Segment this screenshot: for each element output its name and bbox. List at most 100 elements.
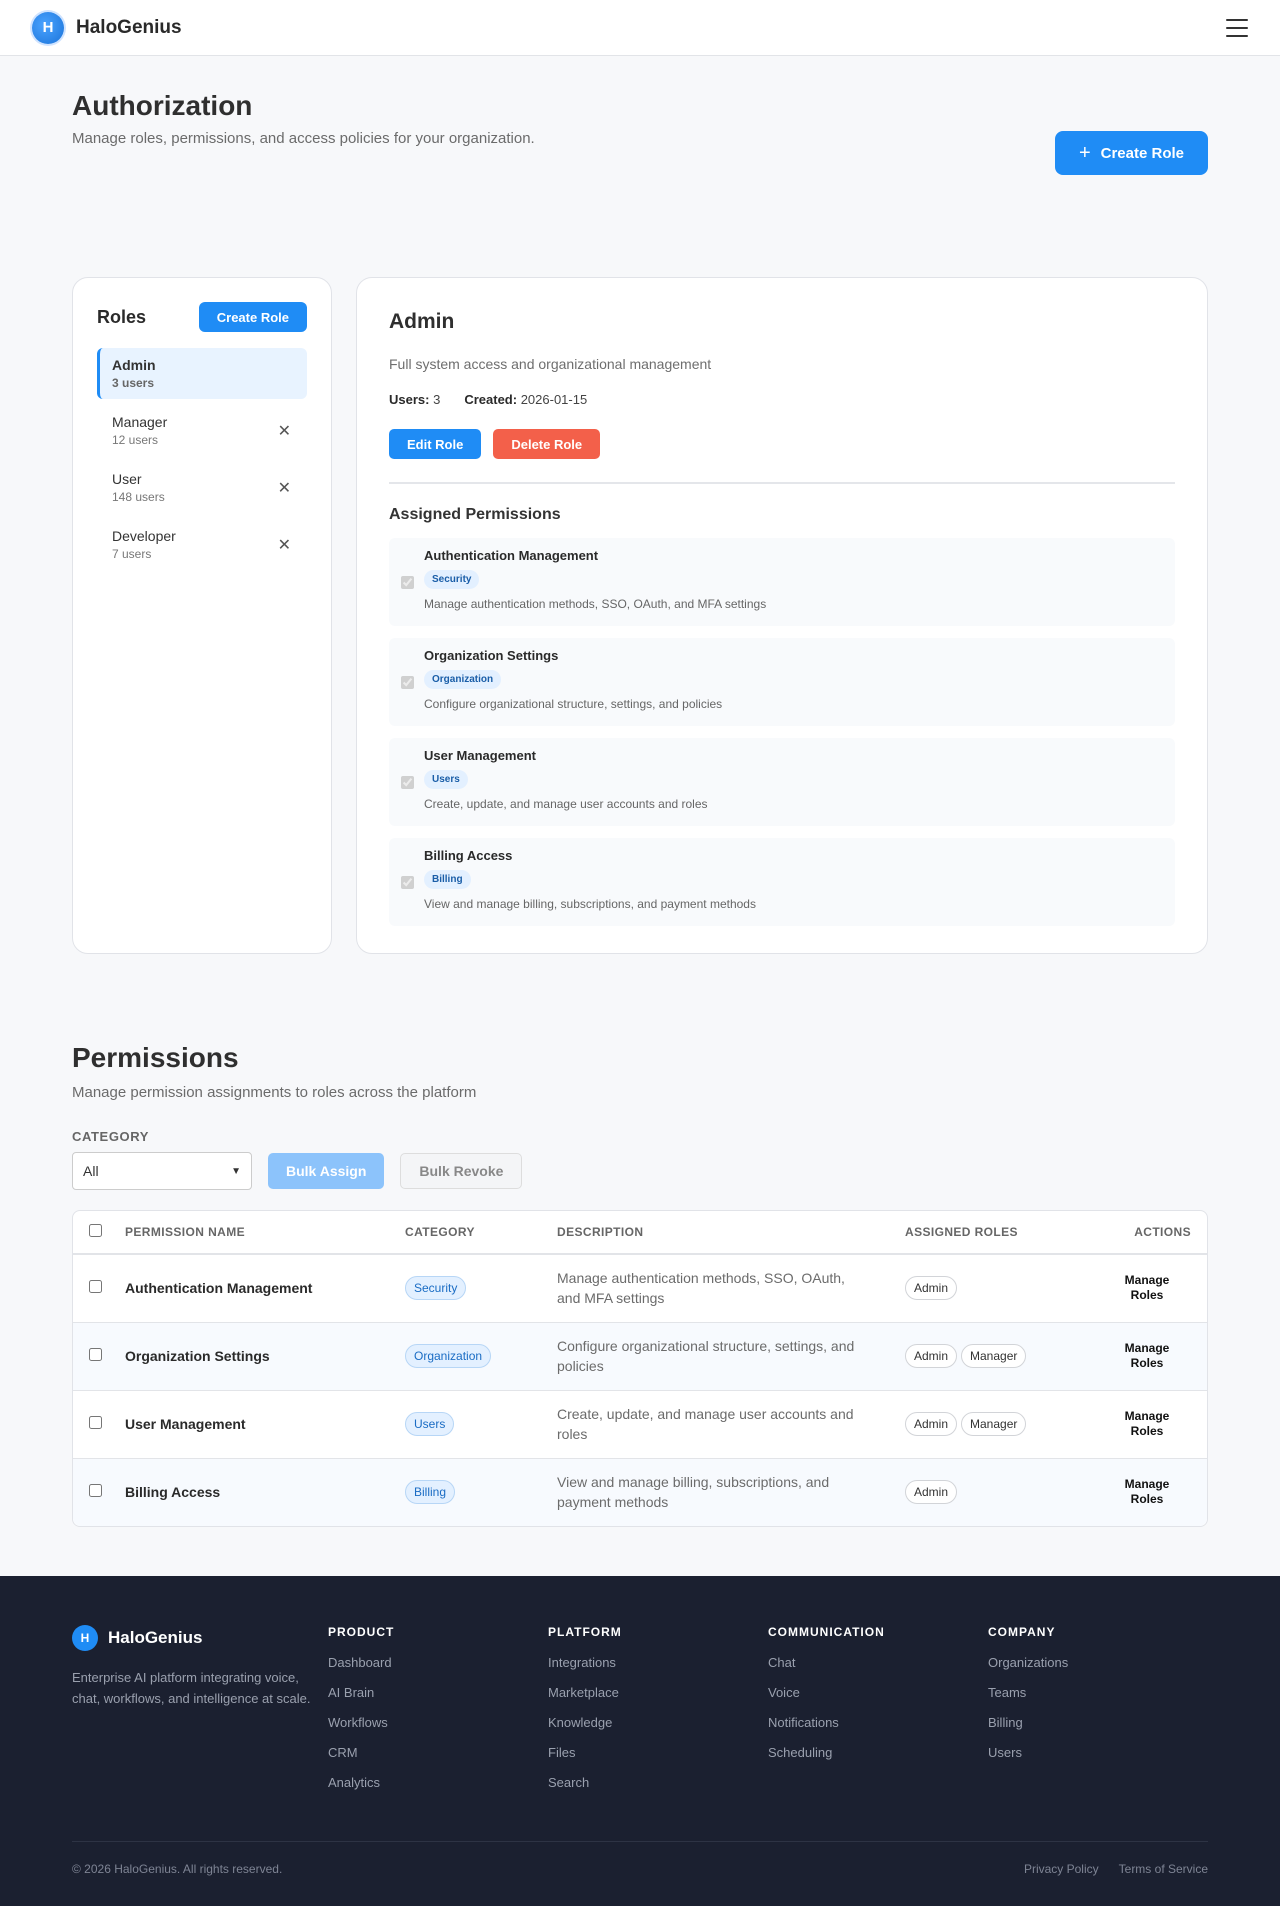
edit-role-button[interactable]: Edit Role [389,429,482,459]
footer-link-search[interactable]: Search [548,1775,768,1790]
privacy-policy-link[interactable]: Privacy Policy [1024,1862,1099,1876]
manage-roles-button[interactable]: Manage Roles [1117,1409,1177,1439]
footer-column-title: PLATFORM [548,1625,622,1639]
role-item-developer[interactable]: Developer 7 users ✕ [97,519,307,570]
footer-link-crm[interactable]: CRM [328,1745,548,1760]
terms-of-service-link[interactable]: Terms of Service [1119,1862,1208,1876]
footer-brand-name: HaloGenius [108,1628,203,1647]
col-permission-name: PERMISSION NAME [117,1211,397,1255]
category-select-value: All [83,1163,99,1179]
close-icon[interactable]: ✕ [278,535,295,555]
footer: H HaloGenius Enterprise AI platform inte… [0,1576,1280,1906]
create-role-button[interactable]: + Create Role [1054,131,1208,175]
permission-checkbox [401,649,414,716]
bulk-assign-button[interactable]: Bulk Assign [268,1153,385,1189]
permission-category-tag: Users [424,770,468,789]
created-meta: Created: 2026-01-15 [464,392,588,407]
footer-link-analytics[interactable]: Analytics [328,1775,548,1790]
chevron-down-icon: ▼ [231,1165,241,1177]
role-item-manager[interactable]: Manager 12 users ✕ [97,405,307,456]
footer-link-marketplace[interactable]: Marketplace [548,1685,768,1700]
role-item-user[interactable]: User 148 users ✕ [97,462,307,513]
delete-role-button[interactable]: Delete Role [493,429,601,459]
table-row: Billing Access Billing View and manage bil… [73,1458,1207,1526]
col-description: DESCRIPTION [549,1211,897,1255]
role-item-admin[interactable]: Admin 3 users [97,348,307,399]
bulk-revoke-button[interactable]: Bulk Revoke [400,1153,523,1189]
footer-link-teams[interactable]: Teams [988,1685,1208,1700]
close-icon[interactable]: ✕ [278,478,295,498]
role-item-text: Manager 12 users [112,414,167,447]
assigned-role-badge: Manager [961,1344,1027,1368]
close-icon[interactable]: ✕ [278,421,295,441]
category-select[interactable]: All ▼ [72,1152,252,1190]
category-badge: Users [405,1412,455,1436]
footer-tagline: Enterprise AI platform integrating voice… [72,1670,311,1706]
assigned-permission-body: Authentication Management Security Manage … [424,548,766,616]
manage-roles-button[interactable]: Manage Roles [1117,1273,1177,1303]
role-list: Admin 3 users Manager 12 users ✕ User 148 user… [97,348,307,570]
footer-link-dashboard[interactable]: Dashboard [328,1655,548,1670]
footer-link-billing[interactable]: Billing [988,1715,1208,1730]
role-user-count: 7 users [112,547,152,561]
footer-link-notifications[interactable]: Notifications [768,1715,988,1730]
role-name: User [112,471,142,487]
logo-icon: H [32,11,64,44]
footer-link-users[interactable]: Users [988,1745,1208,1760]
table-row: User Management Users Create, update, and … [73,1390,1207,1459]
footer-column-communication: COMMUNICATION Chat Voice Notifications Sched… [768,1625,988,1805]
permission-name: Organization Settings [424,648,559,663]
role-item-text: User 148 users [112,471,165,504]
footer-link-workflows[interactable]: Workflows [328,1715,548,1730]
top-nav: H HaloGenius [0,0,1280,56]
footer-column-product: PRODUCT Dashboard AI Brain Workflows CRM Anal… [328,1625,548,1805]
assigned-permission-item: Authentication Management Security Manage … [389,538,1175,626]
users-meta: Users: 3 [389,392,441,407]
permission-name: Billing Access [424,848,513,863]
assigned-role-badge: Admin [905,1412,958,1436]
col-assigned-roles: ASSIGNED ROLES [897,1211,1095,1255]
footer-link-organizations[interactable]: Organizations [988,1655,1208,1670]
assigned-permission-body: Organization Settings Organization Configu… [424,648,722,716]
permission-description: Manage authentication methods, SSO, OAut… [424,597,767,611]
row-checkbox[interactable] [89,1416,102,1429]
roles-create-button[interactable]: Create Role [198,302,307,332]
permission-name-cell: User Management [125,1416,246,1432]
footer-link-chat[interactable]: Chat [768,1655,988,1670]
footer-link-files[interactable]: Files [548,1745,768,1760]
footer-link-ai-brain[interactable]: AI Brain [328,1685,548,1700]
permission-category-tag: Organization [424,670,502,689]
assigned-permission-body: Billing Access Billing View and manage bil… [424,848,756,916]
assigned-permission-item: User Management Users Create, update, and … [389,738,1175,826]
assigned-role-badge: Admin [905,1276,958,1301]
role-item-text: Developer 7 users [112,528,176,561]
category-badge: Security [405,1276,467,1301]
row-checkbox[interactable] [89,1484,102,1498]
page-header: Authorization Manage roles, permissions,… [72,56,1208,277]
manage-roles-button[interactable]: Manage Roles [1117,1341,1177,1371]
permission-checkbox [401,549,414,616]
permission-category-tag: Billing [424,870,471,889]
manage-roles-button[interactable]: Manage Roles [1117,1477,1177,1507]
footer-link-knowledge[interactable]: Knowledge [548,1715,768,1730]
footer-link-scheduling[interactable]: Scheduling [768,1745,988,1760]
permission-checkbox [401,849,414,916]
footer-link-voice[interactable]: Voice [768,1685,988,1700]
role-user-count: 12 users [112,433,159,447]
row-checkbox[interactable] [89,1348,102,1361]
assigned-permission-item: Billing Access Billing View and manage bil… [389,838,1175,926]
description-cell: View and manage billing, subscriptions, … [557,1474,830,1511]
permissions-section: Permissions Manage permission assignment… [72,954,1208,1527]
select-all-checkbox[interactable] [89,1224,102,1237]
roles-title: Roles [97,306,147,327]
assigned-permissions-title: Assigned Permissions [389,506,561,523]
row-checkbox[interactable] [89,1280,102,1294]
brand[interactable]: H HaloGenius [32,11,182,44]
footer-link-integrations[interactable]: Integrations [548,1655,768,1670]
role-detail-title: Admin [389,310,455,333]
permissions-table: PERMISSION NAME CATEGORY DESCRIPTION ASS… [72,1210,1208,1527]
menu-icon[interactable] [1226,18,1248,37]
permission-checkbox [401,749,414,816]
footer-column-company: COMPANY Organizations Teams Billing Users [988,1625,1208,1805]
permissions-title: Permissions [72,1042,239,1073]
